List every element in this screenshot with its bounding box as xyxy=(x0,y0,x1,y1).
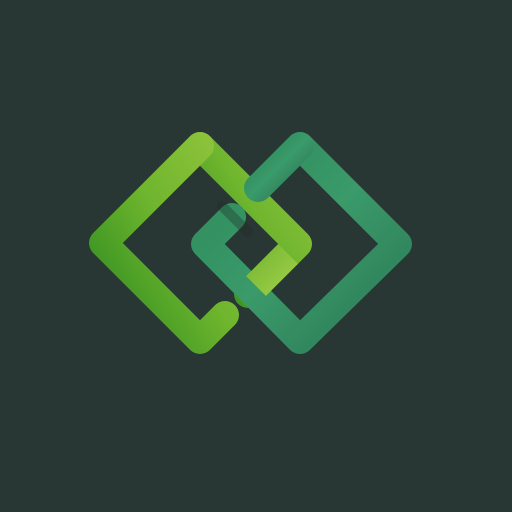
interlocking-diamonds-logo-icon xyxy=(89,132,412,354)
overlap-weave xyxy=(246,244,298,296)
app-icon-canvas xyxy=(0,0,512,512)
